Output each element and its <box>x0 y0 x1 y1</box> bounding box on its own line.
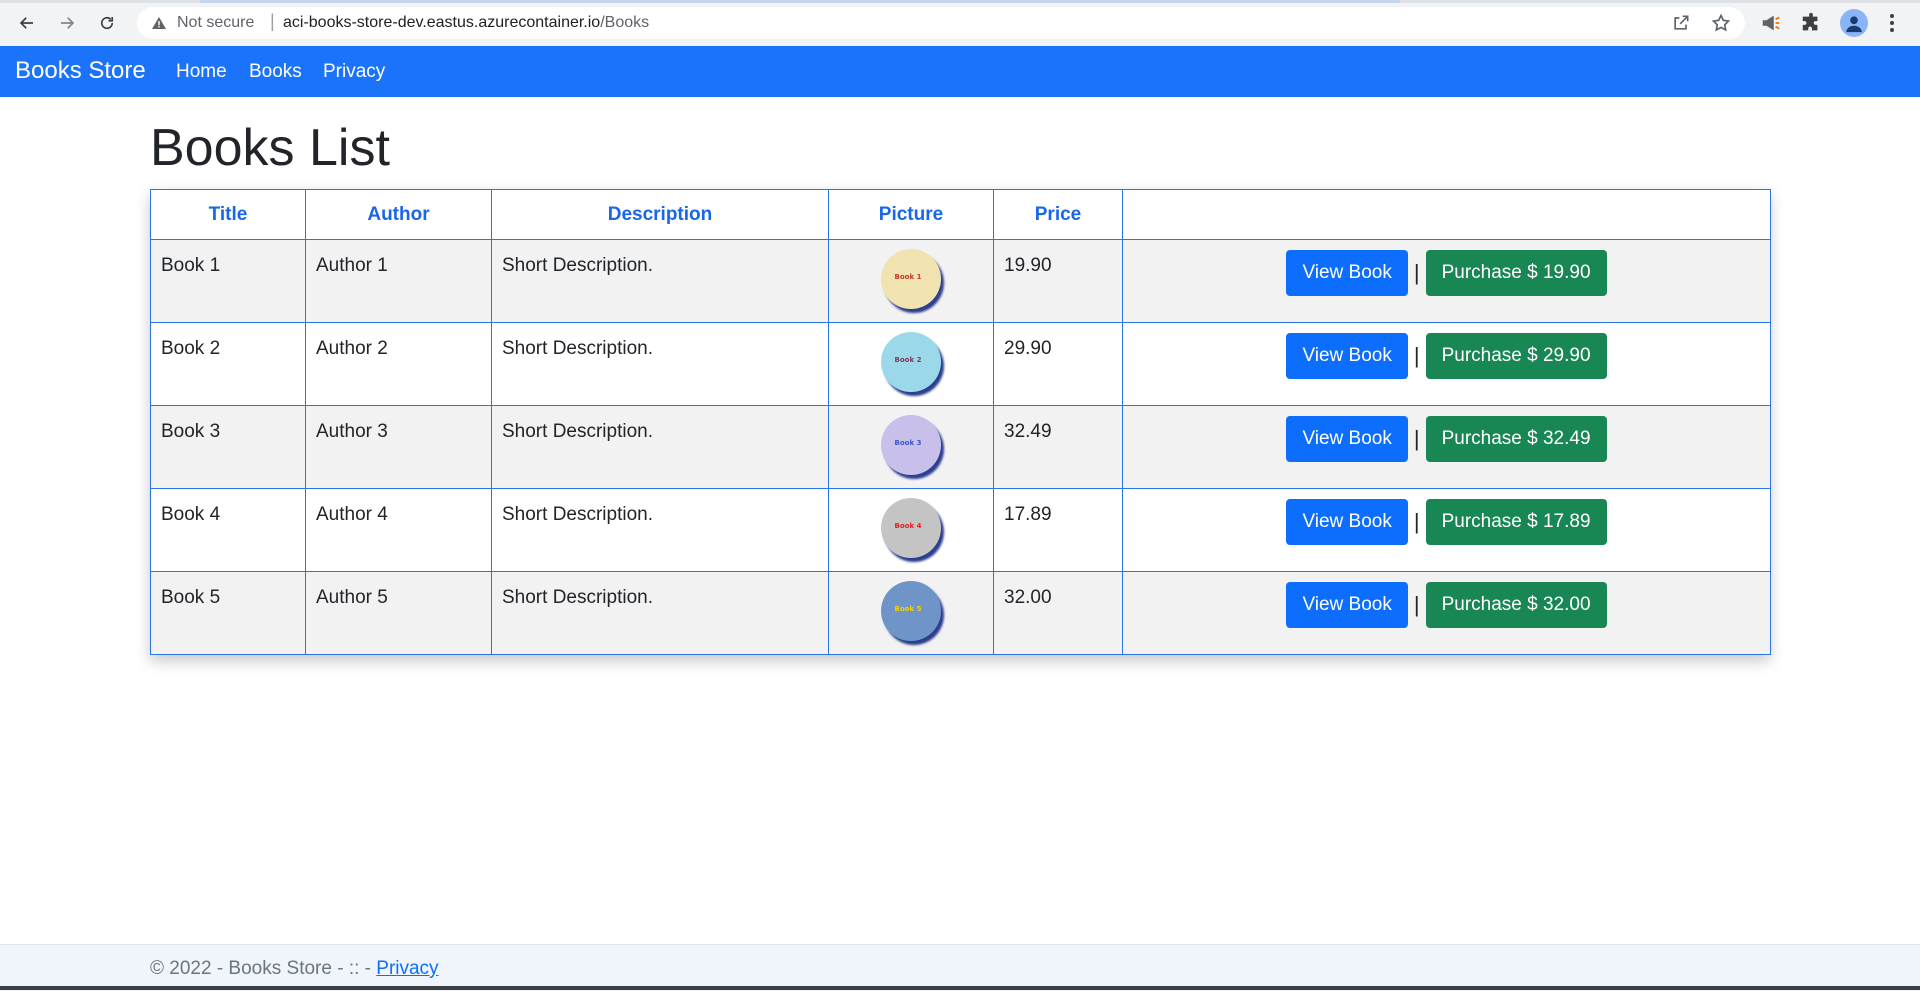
tab-strip-accent <box>200 0 1400 3</box>
reload-icon[interactable] <box>93 9 121 37</box>
brand-link[interactable]: Books Store <box>15 57 146 85</box>
book-actions-cell: View Book | Purchase $ 29.90 <box>1122 322 1771 406</box>
address-separator: | <box>270 11 275 31</box>
book-cover-image: Book 3 <box>881 415 941 475</box>
books-table: Title Author Description Picture Price B… <box>150 189 1771 655</box>
action-separator: | <box>1413 260 1420 285</box>
footer-copyright: © 2022 - Books Store - :: - <box>150 958 377 979</box>
header-price: Price <box>993 189 1123 240</box>
header-author: Author <box>305 189 492 240</box>
book-cover-image: Book 4 <box>881 498 941 558</box>
book-actions-cell: View Book | Purchase $ 32.00 <box>1122 571 1771 655</box>
book-cover-label: Book 4 <box>894 522 922 530</box>
url-path: /Books <box>600 14 650 31</box>
book-description-cell: Short Description. <box>491 488 829 572</box>
book-price-cell: 17.89 <box>993 488 1123 572</box>
book-picture-cell: Book 4 <box>828 488 994 572</box>
book-author-cell: Author 3 <box>305 405 492 489</box>
footer-privacy-link[interactable]: Privacy <box>376 958 438 979</box>
nav-link-home[interactable]: Home <box>176 61 227 83</box>
header-picture: Picture <box>828 189 994 240</box>
book-price-cell: 32.00 <box>993 571 1123 655</box>
book-price-cell: 32.49 <box>993 405 1123 489</box>
book-description-cell: Short Description. <box>491 405 829 489</box>
warning-icon[interactable] <box>151 15 167 31</box>
book-actions-cell: View Book | Purchase $ 17.89 <box>1122 488 1771 572</box>
book-title-cell: Book 2 <box>150 322 306 406</box>
forward-icon[interactable] <box>53 9 81 37</box>
view-book-button[interactable]: View Book <box>1286 582 1408 628</box>
book-cover-image: Book 1 <box>881 249 941 309</box>
profile-icon[interactable] <box>1840 9 1868 37</box>
view-book-button[interactable]: View Book <box>1286 333 1408 379</box>
book-author-cell: Author 4 <box>305 488 492 572</box>
book-cover-label: Book 2 <box>894 356 922 364</box>
address-bar[interactable]: Not secure | aci-books-store-dev.eastus.… <box>137 7 1745 39</box>
action-separator: | <box>1413 426 1420 451</box>
menu-dots-icon[interactable] <box>1882 10 1902 36</box>
browser-toolbar: Not secure | aci-books-store-dev.eastus.… <box>0 0 1920 46</box>
share-icon[interactable] <box>1671 13 1691 33</box>
book-title-cell: Book 1 <box>150 239 306 323</box>
table-row: Book 3 Author 3 Short Description. Book … <box>150 405 1771 489</box>
header-actions <box>1122 189 1771 240</box>
purchase-button[interactable]: Purchase $ 19.90 <box>1425 250 1607 296</box>
book-price-cell: 29.90 <box>993 322 1123 406</box>
book-actions-cell: View Book | Purchase $ 19.90 <box>1122 239 1771 323</box>
book-cover-label: Book 3 <box>894 439 922 447</box>
security-label[interactable]: Not secure <box>177 14 254 32</box>
url-host: aci-books-store-dev.eastus.azurecontaine… <box>283 14 601 31</box>
book-picture-cell: Book 3 <box>828 405 994 489</box>
book-description-cell: Short Description. <box>491 571 829 655</box>
book-cover-label: Book 5 <box>894 605 922 613</box>
book-actions-cell: View Book | Purchase $ 32.49 <box>1122 405 1771 489</box>
table-row: Book 1 Author 1 Short Description. Book … <box>150 239 1771 323</box>
view-book-button[interactable]: View Book <box>1286 250 1408 296</box>
puzzle-icon[interactable] <box>1800 12 1822 34</box>
book-cover-image: Book 5 <box>881 581 941 641</box>
table-header-row: Title Author Description Picture Price <box>150 189 1771 240</box>
url-text[interactable]: aci-books-store-dev.eastus.azurecontaine… <box>283 14 649 32</box>
extension-megaphone-icon[interactable] <box>1760 12 1782 34</box>
action-separator: | <box>1413 343 1420 368</box>
page-title: Books List <box>150 119 390 177</box>
view-book-button[interactable]: View Book <box>1286 416 1408 462</box>
book-cover-image: Book 2 <box>881 332 941 392</box>
book-picture-cell: Book 5 <box>828 571 994 655</box>
header-title: Title <box>150 189 306 240</box>
book-cover-label: Book 1 <box>894 273 922 281</box>
footer-text: © 2022 - Books Store - :: - Privacy <box>150 958 439 980</box>
book-author-cell: Author 5 <box>305 571 492 655</box>
star-icon[interactable] <box>1711 13 1731 33</box>
book-title-cell: Book 5 <box>150 571 306 655</box>
nav-link-books[interactable]: Books <box>249 61 302 83</box>
nav-link-privacy[interactable]: Privacy <box>323 61 385 83</box>
books-table-container: Title Author Description Picture Price B… <box>150 189 1771 655</box>
book-title-cell: Book 3 <box>150 405 306 489</box>
view-book-button[interactable]: View Book <box>1286 499 1408 545</box>
purchase-button[interactable]: Purchase $ 29.90 <box>1425 333 1607 379</box>
app-navbar: Books Store Home Books Privacy <box>0 46 1920 97</box>
purchase-button[interactable]: Purchase $ 32.00 <box>1425 582 1607 628</box>
purchase-button[interactable]: Purchase $ 32.49 <box>1425 416 1607 462</box>
book-description-cell: Short Description. <box>491 322 829 406</box>
page-footer: © 2022 - Books Store - :: - Privacy <box>0 944 1920 991</box>
book-picture-cell: Book 1 <box>828 239 994 323</box>
book-author-cell: Author 1 <box>305 239 492 323</box>
table-row: Book 5 Author 5 Short Description. Book … <box>150 571 1771 655</box>
purchase-button[interactable]: Purchase $ 17.89 <box>1425 499 1607 545</box>
book-title-cell: Book 4 <box>150 488 306 572</box>
table-row: Book 2 Author 2 Short Description. Book … <box>150 322 1771 406</box>
book-author-cell: Author 2 <box>305 322 492 406</box>
action-separator: | <box>1413 509 1420 534</box>
table-row: Book 4 Author 4 Short Description. Book … <box>150 488 1771 572</box>
book-picture-cell: Book 2 <box>828 322 994 406</box>
window-bottom-edge <box>0 986 1920 990</box>
back-icon[interactable] <box>13 9 41 37</box>
book-price-cell: 19.90 <box>993 239 1123 323</box>
header-description: Description <box>491 189 829 240</box>
action-separator: | <box>1413 592 1420 617</box>
book-description-cell: Short Description. <box>491 239 829 323</box>
